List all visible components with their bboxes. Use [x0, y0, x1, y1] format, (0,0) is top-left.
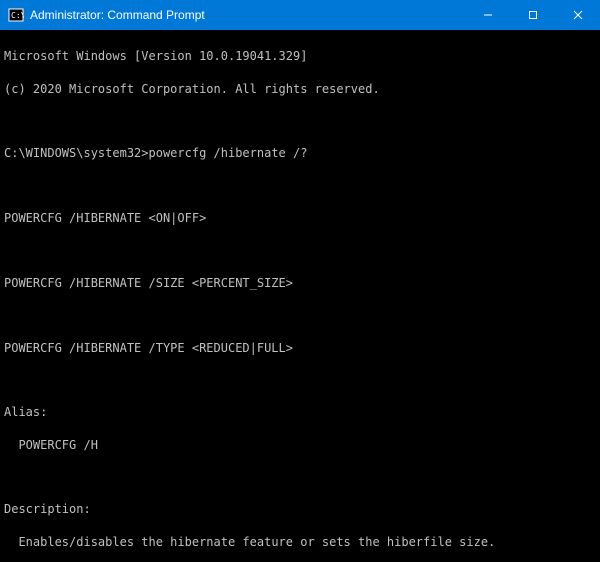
usage-line: POWERCFG /HIBERNATE /SIZE <PERCENT_SIZE>	[4, 275, 596, 291]
alias-value: POWERCFG /H	[4, 437, 596, 453]
blank-line	[4, 469, 596, 485]
titlebar: C:\ Administrator: Command Prompt	[0, 0, 600, 30]
blank-line	[4, 242, 596, 258]
blank-line	[4, 178, 596, 194]
cmd-icon: C:\	[8, 7, 24, 23]
prompt-line-1: C:\WINDOWS\system32>powercfg /hibernate …	[4, 145, 596, 161]
usage-line: POWERCFG /HIBERNATE <ON|OFF>	[4, 210, 596, 226]
minimize-button[interactable]	[465, 0, 510, 30]
terminal-output[interactable]: Microsoft Windows [Version 10.0.19041.32…	[0, 30, 600, 562]
maximize-button[interactable]	[510, 0, 555, 30]
command-prompt-window: C:\ Administrator: Command Prompt Micros…	[0, 0, 600, 562]
prompt-command: powercfg /hibernate /?	[149, 145, 308, 161]
alias-header: Alias:	[4, 404, 596, 420]
usage-line: POWERCFG /HIBERNATE /TYPE <REDUCED|FULL>	[4, 340, 596, 356]
prompt-path: C:\WINDOWS\system32>	[4, 145, 149, 161]
close-button[interactable]	[555, 0, 600, 30]
blank-line	[4, 307, 596, 323]
window-controls	[465, 0, 600, 30]
version-line: Microsoft Windows [Version 10.0.19041.32…	[4, 48, 596, 64]
blank-line	[4, 113, 596, 129]
description-header: Description:	[4, 501, 596, 517]
svg-text:C:\: C:\	[11, 11, 24, 20]
blank-line	[4, 372, 596, 388]
window-title: Administrator: Command Prompt	[30, 8, 465, 22]
description-value: Enables/disables the hibernate feature o…	[4, 534, 596, 550]
copyright-line: (c) 2020 Microsoft Corporation. All righ…	[4, 81, 596, 97]
